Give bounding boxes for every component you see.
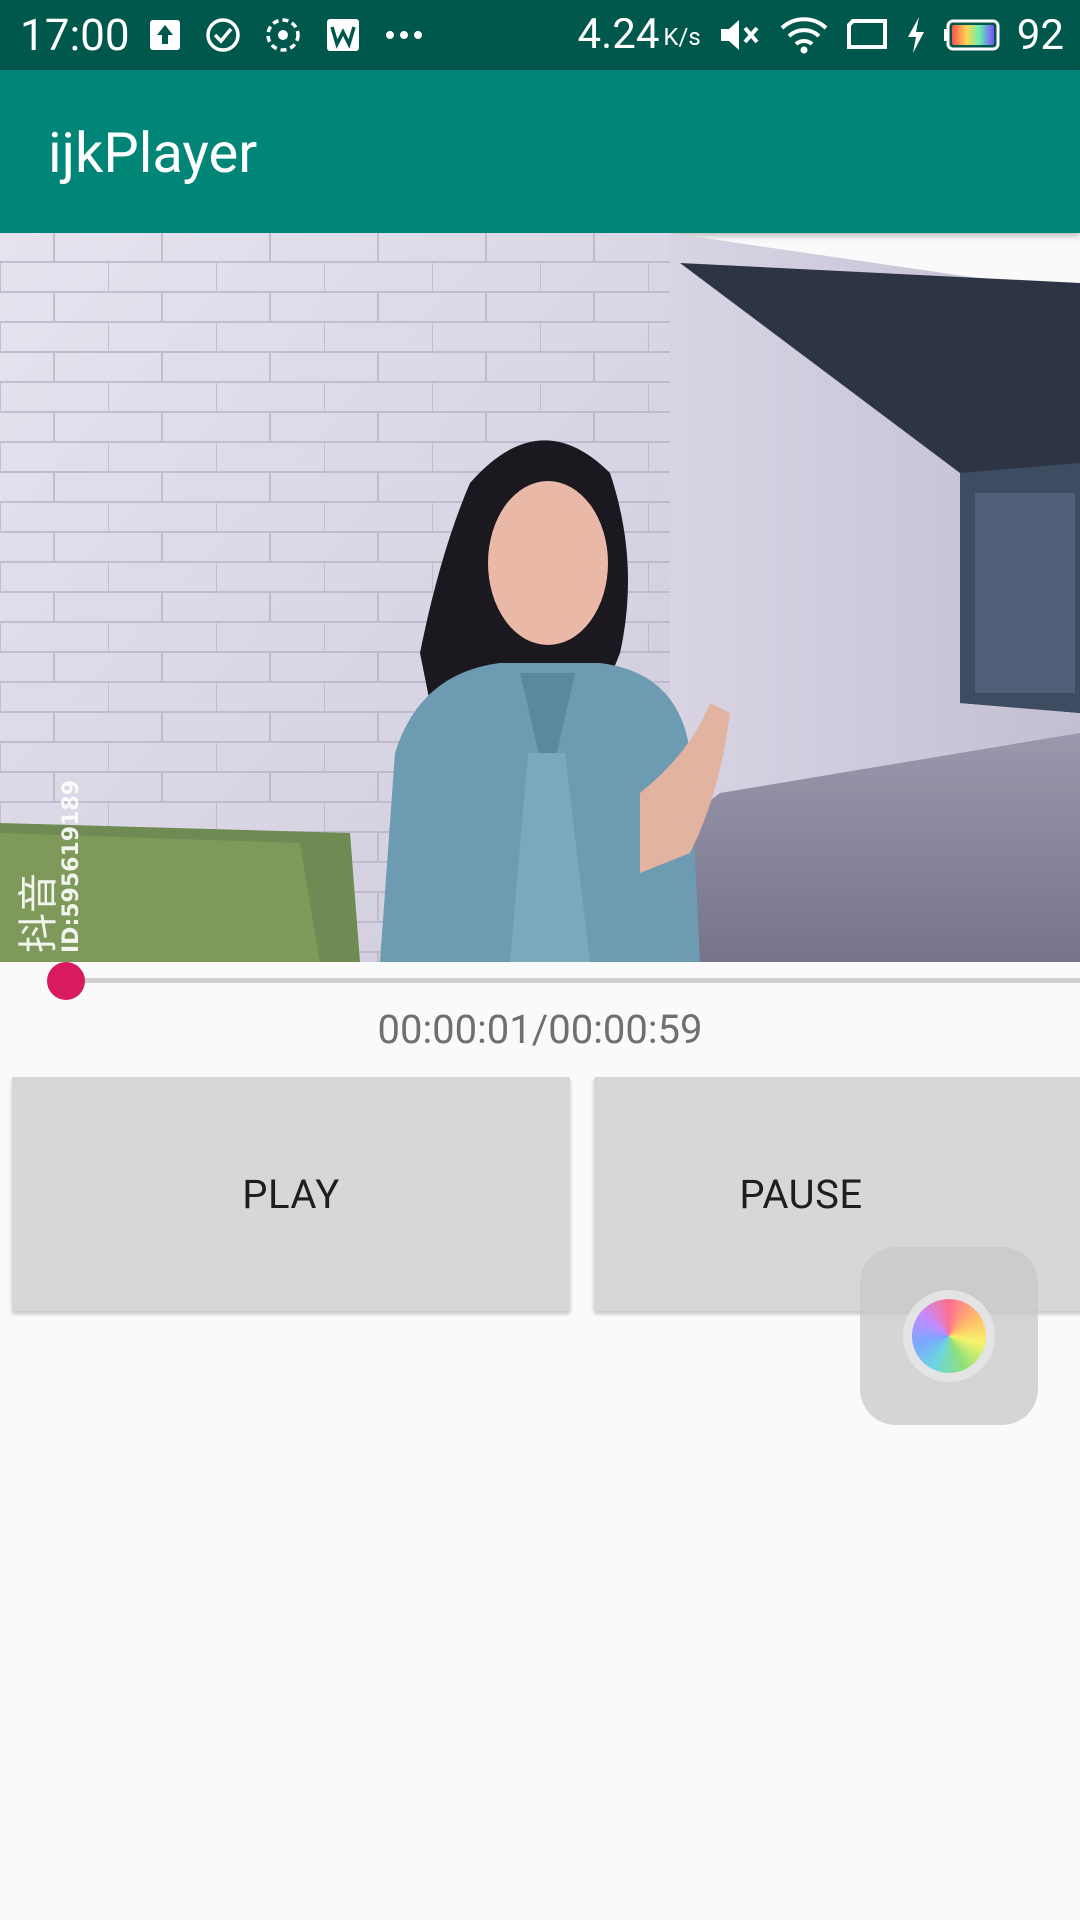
seekbar-thumb[interactable] <box>46 962 85 1000</box>
check-circle-icon <box>206 18 240 52</box>
status-time: 17:00 <box>20 9 130 61</box>
charging-icon <box>907 17 924 53</box>
watermark-app: 抖音 <box>16 873 62 953</box>
wifi-icon <box>780 17 828 54</box>
battery-level: 92 <box>1016 10 1064 60</box>
status-bar: 17:00 4.24 K/s 92 <box>0 0 1080 70</box>
video-frame: 抖音 ID:595619189 <box>0 233 1080 962</box>
video-surface[interactable]: 抖音 ID:595619189 <box>0 233 1080 962</box>
upload-icon <box>150 20 180 50</box>
sync-dashed-icon <box>266 18 300 52</box>
network-speed-value: 4.24 <box>577 10 660 59</box>
play-button[interactable]: PLAY <box>12 1077 570 1311</box>
network-speed-unit: K/s <box>663 23 701 51</box>
pause-button-label: PAUSE <box>739 1170 863 1218</box>
mute-icon <box>720 20 759 50</box>
more-dots-icon <box>386 31 422 39</box>
notification-icons <box>148 12 424 58</box>
play-button-label: PLAY <box>242 1170 340 1218</box>
app-title: ijkPlayer <box>48 120 258 186</box>
floating-button-inner <box>903 1290 995 1382</box>
network-speed: 4.24 K/s <box>578 8 701 62</box>
color-wheel-icon <box>912 1299 986 1373</box>
seekbar-track[interactable] <box>48 978 1080 983</box>
watermark-id: ID:595619189 <box>59 780 84 953</box>
screen-icon <box>846 19 887 49</box>
app-bar: ijkPlayer <box>0 70 1080 233</box>
time-display: 00:00:01/00:00:59 <box>377 1006 703 1053</box>
wps-icon <box>327 19 359 51</box>
battery-icon <box>943 19 1000 51</box>
floating-assistive-button[interactable] <box>860 1247 1038 1425</box>
system-icons: 4.24 K/s 92 <box>578 8 1064 62</box>
